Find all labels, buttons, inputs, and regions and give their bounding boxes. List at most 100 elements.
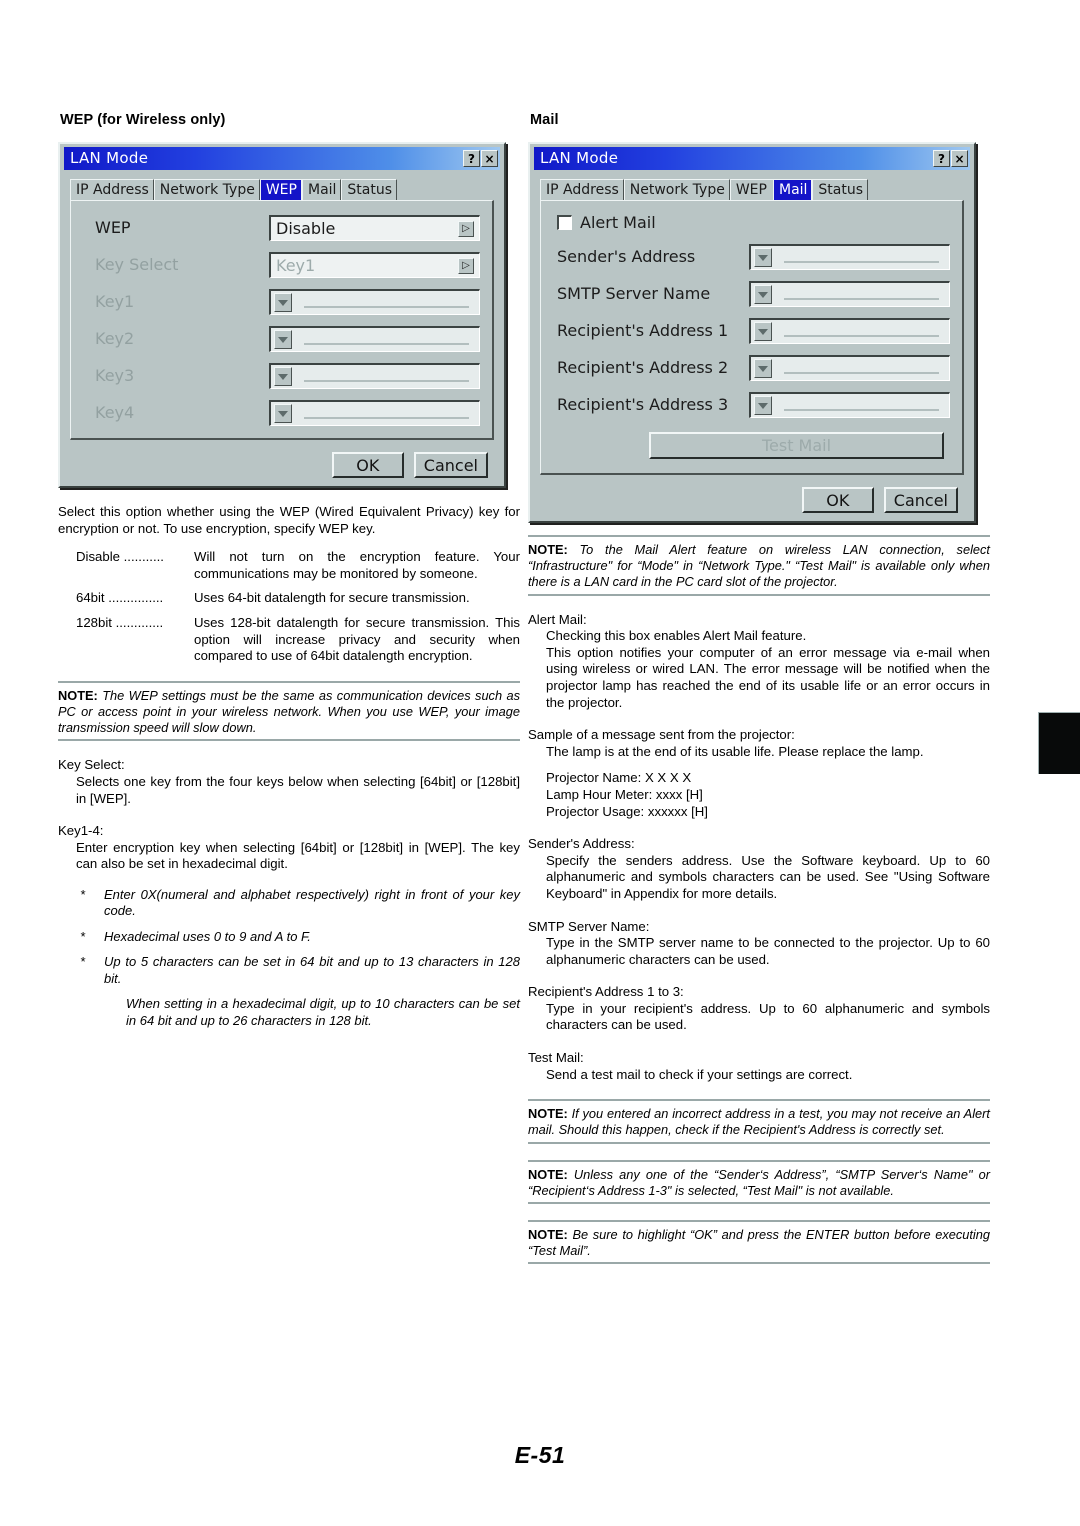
keyboard-dropdown-icon[interactable]: [754, 322, 772, 341]
help-icon[interactable]: ?: [463, 150, 480, 167]
key4-label: Key4: [95, 403, 135, 422]
heading-sample-message: Sample of a message sent from the projec…: [528, 727, 795, 743]
tab-wep[interactable]: WEP: [259, 179, 302, 200]
heading-smtp-server: SMTP Server Name:: [528, 918, 650, 934]
tab-ip-address[interactable]: IP Address: [540, 179, 624, 200]
recipient-2-input[interactable]: [749, 355, 950, 381]
tab-status[interactable]: Status: [341, 179, 398, 200]
key-select-value: Key1: [276, 255, 316, 275]
wep-row: WEP Disable ▷: [83, 215, 480, 241]
cancel-button[interactable]: Cancel: [883, 487, 958, 513]
note-text: Unless any one of the “Sender‘s Address”…: [528, 1166, 990, 1198]
senders-address-row: Sender's Address: [553, 244, 950, 270]
chevron-right-icon[interactable]: ▷: [458, 220, 474, 237]
star-marker: *: [80, 928, 86, 944]
tab-status[interactable]: Status: [812, 179, 869, 200]
note-highlight-ok: NOTE: Be sure to highlight “OK” and pres…: [528, 1220, 990, 1265]
key1-input[interactable]: [269, 289, 480, 315]
body-recipient-address: Type in your recipient's address. Up to …: [546, 1000, 990, 1033]
recipient-1-input[interactable]: [749, 318, 950, 344]
key3-input[interactable]: [269, 363, 480, 389]
smtp-server-row: SMTP Server Name: [553, 281, 950, 307]
tab-mail[interactable]: Mail: [772, 179, 813, 200]
heading-key-select: Key Select:: [58, 757, 125, 773]
tab-network-type[interactable]: Network Type: [623, 179, 730, 200]
wep-panel: WEP Disable ▷ Key Select Key1 ▷ Key1 Key…: [70, 200, 494, 440]
ok-button[interactable]: OK: [331, 452, 404, 478]
keyboard-dropdown-icon[interactable]: [754, 396, 772, 415]
page-title-wep: WEP (for Wireless only): [60, 112, 226, 128]
key4-input[interactable]: [269, 400, 480, 426]
note-text: If you entered an incorrect address in a…: [528, 1106, 990, 1138]
star-note-1: Enter 0X(numeral and alphabet respective…: [104, 886, 520, 919]
mail-titlebar-buttons: ? ×: [933, 150, 968, 167]
page-title-mail: Mail: [530, 112, 559, 128]
senders-address-underline: [784, 260, 939, 263]
keyboard-dropdown-icon[interactable]: [754, 248, 772, 267]
chevron-right-icon[interactable]: ▷: [458, 257, 474, 274]
alert-mail-checkbox[interactable]: [557, 215, 572, 230]
recipient-1-label: Recipient's Address 1: [557, 321, 729, 340]
key-select-dropdown[interactable]: Key1 ▷: [269, 252, 480, 278]
list-item: * Hexadecimal uses 0 to 9 and A to F.: [80, 929, 520, 946]
option-desc-128bit: Uses 128-bit datalength for secure trans…: [194, 614, 520, 664]
left-column: WEP (for Wireless only) LAN Mode ? × IP …: [58, 112, 520, 1029]
close-icon[interactable]: ×: [481, 150, 498, 167]
mail-dialog-tabs: IP Address Network Type WEP Mail Status: [534, 170, 970, 200]
page-number: E-51: [514, 1442, 566, 1468]
list-item: Disable ........... Will not turn on the…: [76, 549, 520, 582]
keyboard-dropdown-icon[interactable]: [274, 367, 292, 386]
keyboard-dropdown-icon[interactable]: [274, 293, 292, 312]
body-key1-4: Enter encryption key when selecting [64b…: [76, 839, 520, 872]
close-icon[interactable]: ×: [951, 150, 968, 167]
smtp-server-input[interactable]: [749, 281, 950, 307]
smtp-server-underline: [784, 297, 939, 300]
key2-input[interactable]: [269, 326, 480, 352]
alert-mail-label: Alert Mail: [580, 213, 656, 232]
cancel-button[interactable]: Cancel: [413, 452, 488, 478]
senders-address-input[interactable]: [749, 244, 950, 270]
key2-input-underline: [304, 342, 469, 345]
list-item: * Enter 0X(numeral and alphabet respecti…: [80, 887, 520, 920]
test-mail-button[interactable]: Test Mail: [649, 432, 944, 459]
option-desc-64bit: Uses 64-bit datalength for secure transm…: [194, 590, 470, 606]
wep-select[interactable]: Disable ▷: [269, 215, 480, 241]
keyboard-dropdown-icon[interactable]: [754, 359, 772, 378]
note-label: NOTE:: [528, 1106, 568, 1122]
heading-key1-4: Key1-4:: [58, 823, 104, 839]
recipient-1-row: Recipient's Address 1: [553, 318, 950, 344]
body-test-mail: Send a test mail to check if your settin…: [546, 1066, 853, 1082]
document-page: WEP (for Wireless only) LAN Mode ? × IP …: [0, 0, 1080, 1526]
tab-wep[interactable]: WEP: [729, 179, 773, 200]
keyboard-dropdown-icon[interactable]: [274, 330, 292, 349]
heading-recipient-address: Recipient's Address 1 to 3:: [528, 984, 684, 1000]
star-note-continuation: When setting in a hexadecimal digit, up …: [126, 996, 520, 1028]
note-text: To the Mail Alert feature on wireless LA…: [528, 542, 990, 590]
tab-ip-address[interactable]: IP Address: [70, 179, 154, 200]
help-icon[interactable]: ?: [933, 150, 950, 167]
body-senders-address: Specify the senders address. Use the Sof…: [546, 852, 990, 901]
option-term-128bit: 128bit .............: [76, 614, 164, 630]
key2-label: Key2: [95, 329, 135, 348]
tab-mail[interactable]: Mail: [301, 179, 342, 200]
tab-network-type[interactable]: Network Type: [153, 179, 260, 200]
mail-dialog-title: LAN Mode: [540, 149, 619, 167]
sample-lamp-hour-meter: Lamp Hour Meter: xxxx [H]: [546, 786, 703, 802]
key1-row: Key1: [83, 289, 480, 315]
keyboard-dropdown-icon[interactable]: [754, 285, 772, 304]
recipient-3-input[interactable]: [749, 392, 950, 418]
recipient-3-underline: [784, 408, 939, 411]
key3-label: Key3: [95, 366, 135, 385]
body-alert-mail-1: Checking this box enables Alert Mail fea…: [546, 628, 807, 644]
key-select-row: Key Select Key1 ▷: [83, 252, 480, 278]
wep-dialog-title: LAN Mode: [70, 149, 149, 167]
mail-description: NOTE: To the Mail Alert feature on wirel…: [528, 535, 990, 1265]
smtp-server-label: SMTP Server Name: [557, 284, 711, 303]
list-item: 64bit ............... Uses 64-bit datale…: [76, 590, 520, 607]
note-label: NOTE:: [528, 1166, 568, 1182]
heading-test-mail: Test Mail:: [528, 1050, 584, 1066]
thumb-index-tab: [1038, 712, 1080, 774]
keyboard-dropdown-icon[interactable]: [274, 404, 292, 423]
ok-button[interactable]: OK: [801, 487, 874, 513]
list-item: * Up to 5 characters can be set in 64 bi…: [80, 954, 520, 987]
